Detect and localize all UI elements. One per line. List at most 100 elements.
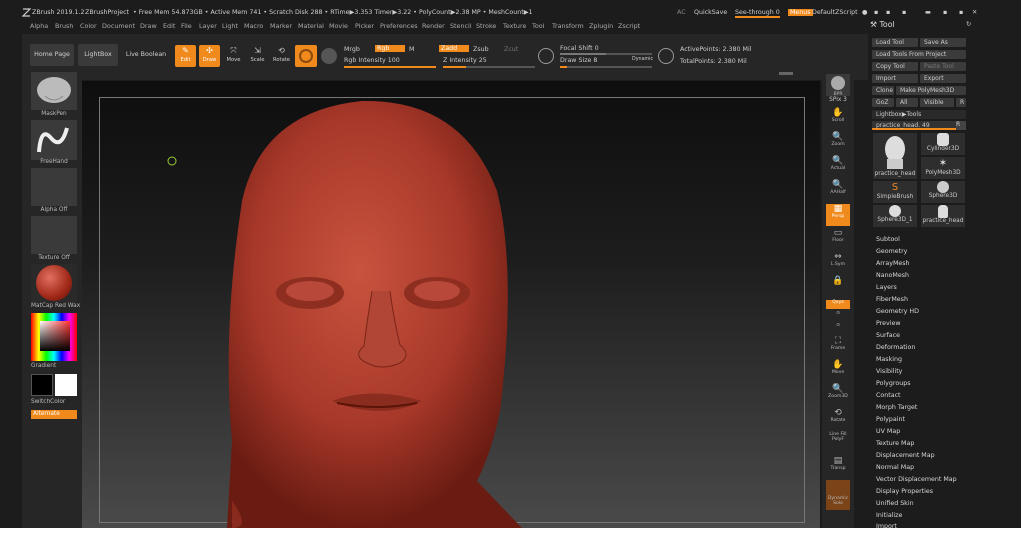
floor-button[interactable]: ▭ Floor bbox=[826, 228, 850, 250]
restore-icon[interactable]: ▪ bbox=[959, 9, 963, 16]
live-boolean-button[interactable]: Live Boolean bbox=[122, 44, 170, 66]
quicksave-button[interactable]: QuickSave bbox=[694, 9, 727, 16]
material-sphere-icon[interactable] bbox=[321, 48, 337, 64]
zsub-button[interactable]: Zsub bbox=[473, 46, 489, 53]
default-zscript-button[interactable]: DefaultZScript bbox=[812, 9, 858, 16]
material-thumbnail[interactable] bbox=[31, 264, 77, 302]
visible-button[interactable]: Visible bbox=[920, 98, 954, 107]
lightbox-button[interactable]: LightBox bbox=[78, 44, 118, 66]
scroll-button[interactable]: ✋ Scroll bbox=[826, 108, 850, 130]
menu-texture[interactable]: Texture bbox=[503, 22, 526, 30]
dynamic-solo-button[interactable]: Dynamic Solo bbox=[826, 480, 850, 510]
m-button[interactable]: M bbox=[409, 46, 414, 53]
menu-stroke[interactable]: Stroke bbox=[476, 22, 496, 30]
menu-movie[interactable]: Movie bbox=[329, 22, 348, 30]
close-icon[interactable]: ✕ bbox=[972, 9, 977, 16]
main-color-swatch[interactable] bbox=[31, 374, 53, 396]
transp-button[interactable]: ▤ Transp bbox=[826, 456, 850, 478]
import-button[interactable]: Import bbox=[872, 74, 918, 83]
menu-edit[interactable]: Edit bbox=[163, 22, 175, 30]
menu-picker[interactable]: Picker bbox=[355, 22, 374, 30]
zcut-button[interactable]: Zcut bbox=[504, 46, 518, 53]
home-page-button[interactable]: Home Page bbox=[30, 44, 74, 66]
aahalf-button[interactable]: 🔍 AAHalf bbox=[826, 180, 850, 202]
minimize-icon[interactable]: ▬ bbox=[925, 9, 931, 16]
grid-icon[interactable]: ▪ bbox=[874, 9, 878, 16]
export-button[interactable]: Export bbox=[920, 74, 966, 83]
maximize-icon[interactable]: ▪ bbox=[943, 9, 947, 16]
zoom-button[interactable]: 🔍 Zoom bbox=[826, 132, 850, 154]
all-button[interactable]: All bbox=[896, 98, 918, 107]
lightbox-tools-button[interactable]: Lightbox▶Tools bbox=[872, 110, 966, 119]
menu-file[interactable]: File bbox=[181, 22, 192, 30]
goz-button[interactable]: GoZ bbox=[872, 98, 894, 107]
menu-render[interactable]: Render bbox=[422, 22, 445, 30]
draw-button[interactable]: ✣ Draw bbox=[199, 45, 220, 67]
subpalette-fibermesh[interactable]: FiberMesh bbox=[876, 296, 908, 303]
subpalette-polygroups[interactable]: Polygroups bbox=[876, 380, 910, 387]
mrgb-button[interactable]: Mrgb bbox=[344, 46, 360, 53]
menu-stencil[interactable]: Stencil bbox=[450, 22, 472, 30]
menu-color[interactable]: Color bbox=[80, 22, 97, 30]
move-view-button[interactable]: ✋ Move bbox=[826, 360, 850, 382]
menu-macro[interactable]: Macro bbox=[244, 22, 263, 30]
lsym-button[interactable]: ⇔ L.Sym bbox=[826, 252, 850, 274]
subpalette-geometry-hd[interactable]: Geometry HD bbox=[876, 308, 919, 315]
tool-thumb-sphere3d[interactable]: Sphere3D bbox=[921, 181, 965, 203]
z-intensity-slider[interactable]: Z Intensity 25 bbox=[443, 57, 487, 64]
subpalette-geometry[interactable]: Geometry bbox=[876, 248, 907, 255]
switchcolor-button[interactable]: SwitchColor bbox=[31, 399, 77, 405]
draw-size-slider[interactable]: Draw Size 8 bbox=[560, 57, 597, 64]
clone-button[interactable]: Clone bbox=[872, 86, 894, 95]
rgb-button[interactable]: Rgb bbox=[375, 45, 405, 52]
spix-slider[interactable]: SPix 3 bbox=[826, 97, 850, 107]
rotate-view-button[interactable]: ⟲ Rotate bbox=[826, 408, 850, 430]
actual-button[interactable]: 🔍 Actual bbox=[826, 156, 850, 178]
subpalette-vector-displacement-map[interactable]: Vector Displacement Map bbox=[876, 476, 957, 483]
help-icon[interactable]: ● bbox=[862, 9, 868, 16]
zadd-button[interactable]: Zadd bbox=[439, 45, 469, 52]
edit-button[interactable]: ✎ Edit bbox=[175, 45, 196, 67]
qxyz-button[interactable]: Qxyz bbox=[826, 300, 850, 309]
subpalette-morph-target[interactable]: Morph Target bbox=[876, 404, 917, 411]
subpalette-polypaint[interactable]: Polypaint bbox=[876, 416, 905, 423]
zoom3d-button[interactable]: 🔍 Zoom3D bbox=[826, 384, 850, 406]
tool-thumb-practice-head-2[interactable]: practice_head bbox=[921, 205, 965, 227]
subpalette-visibility[interactable]: Visibility bbox=[876, 368, 902, 375]
current-tool-slider[interactable]: practice_head. 49 bbox=[872, 121, 966, 130]
copy-tool-button[interactable]: Copy Tool bbox=[872, 62, 918, 71]
linefill-button[interactable]: Line Fill PolyF bbox=[826, 432, 850, 454]
seethrough-slider[interactable]: See-through 0 bbox=[735, 9, 780, 18]
tool-thumb-polymesh[interactable]: ✶ PolyMesh3D bbox=[921, 157, 965, 179]
move-button[interactable]: ⤧ Move bbox=[223, 45, 244, 67]
make-polymesh-button[interactable]: Make PolyMesh3D bbox=[896, 86, 966, 95]
subpalette-deformation[interactable]: Deformation bbox=[876, 344, 915, 351]
subpalette-normal-map[interactable]: Normal Map bbox=[876, 464, 914, 471]
subpalette-preview[interactable]: Preview bbox=[876, 320, 901, 327]
draw-size-track[interactable] bbox=[560, 66, 652, 68]
color-square[interactable] bbox=[40, 321, 70, 351]
subpalette-nanomesh[interactable]: NanoMesh bbox=[876, 272, 909, 279]
y-axis-icon[interactable]: ⊙ bbox=[826, 311, 850, 321]
r-button[interactable]: R bbox=[956, 98, 966, 107]
load-tool-button[interactable]: Load Tool bbox=[872, 38, 918, 47]
refresh-icon[interactable]: ↻ bbox=[966, 21, 971, 28]
load-from-project-button[interactable]: Load Tools From Project bbox=[872, 50, 966, 59]
r-small-button[interactable]: R bbox=[956, 121, 966, 130]
head-model[interactable] bbox=[82, 81, 820, 528]
lock-axis-button[interactable]: 🔒 bbox=[826, 276, 850, 298]
menus-button[interactable]: Menus bbox=[788, 9, 813, 16]
subpalette-uv-map[interactable]: UV Map bbox=[876, 428, 900, 435]
subpalette-arraymesh[interactable]: ArrayMesh bbox=[876, 260, 910, 267]
subpalette-initialize[interactable]: Initialize bbox=[876, 512, 902, 519]
subpalette-layers[interactable]: Layers bbox=[876, 284, 897, 291]
tool-thumb-cylinder[interactable]: Cylinder3D bbox=[921, 133, 965, 155]
menu-light[interactable]: Light bbox=[222, 22, 238, 30]
tool-palette-header[interactable]: ⚒ Tool bbox=[870, 20, 895, 29]
d-icon[interactable] bbox=[658, 48, 674, 64]
z-axis-icon[interactable]: ⊙ bbox=[826, 323, 850, 333]
alpha-thumbnail[interactable] bbox=[31, 168, 77, 206]
tool-thumb-sphere3d-1[interactable]: Sphere3D_1 bbox=[873, 205, 917, 227]
bpr-button[interactable]: BPR bbox=[826, 74, 850, 97]
subpalette-contact[interactable]: Contact bbox=[876, 392, 901, 399]
